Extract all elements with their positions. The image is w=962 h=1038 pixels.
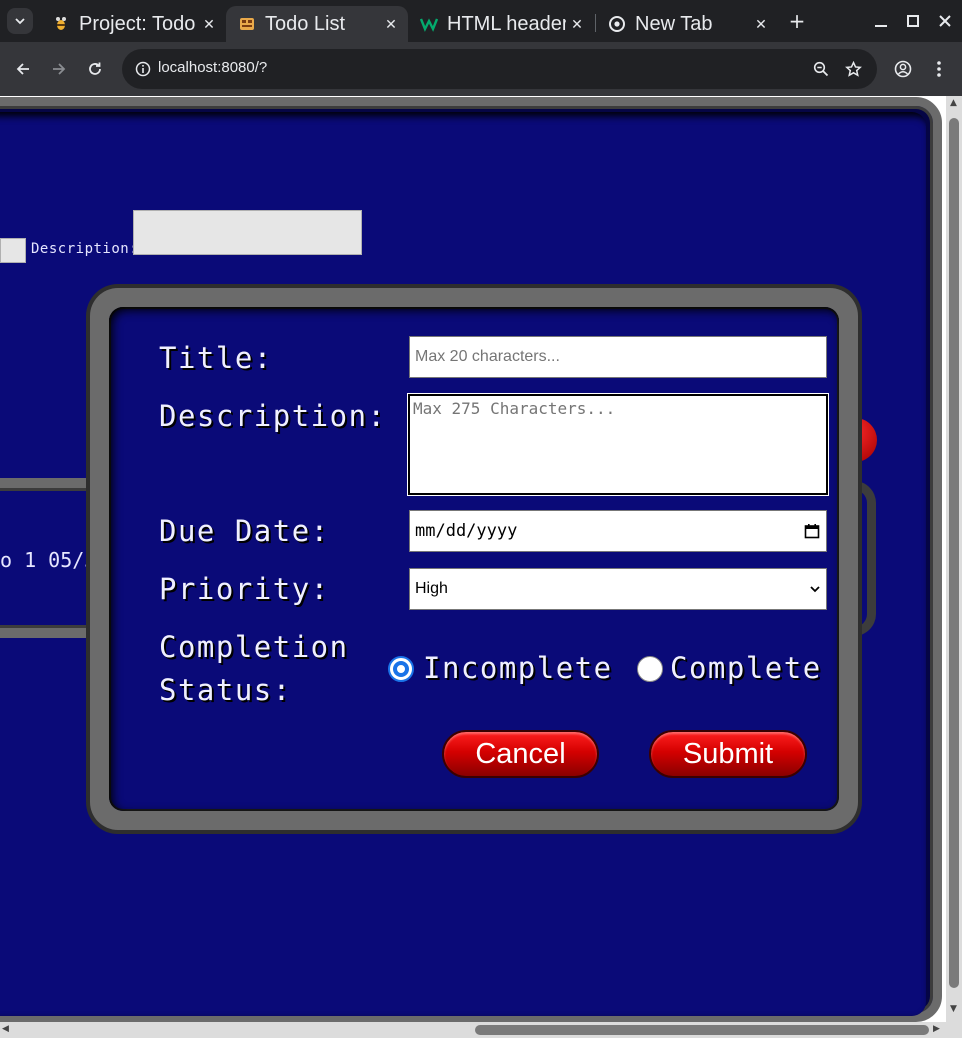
tab-strip: Project: Todo ✕ Todo List ✕ HTML header …	[0, 0, 962, 42]
chrome-icon	[608, 15, 626, 33]
priority-label: Priority:	[159, 572, 330, 606]
description-label: Description:	[159, 399, 387, 433]
close-icon	[939, 15, 951, 27]
profile-icon[interactable]	[888, 54, 918, 84]
minimize-icon	[875, 25, 887, 27]
chevron-down-icon	[806, 580, 824, 598]
info-icon[interactable]	[130, 56, 156, 82]
close-icon[interactable]: ✕	[566, 16, 588, 33]
new-tab-button[interactable]: +	[784, 8, 810, 34]
bee-icon	[52, 15, 70, 33]
tab-search-button[interactable]	[7, 8, 33, 34]
plus-icon: +	[788, 9, 806, 33]
close-icon[interactable]: ✕	[380, 16, 402, 33]
tab-project-todo[interactable]: Project: Todo ✕	[40, 6, 226, 42]
close-window-button[interactable]	[932, 8, 958, 34]
background-title-input[interactable]	[0, 238, 26, 263]
tab-todo-list[interactable]: Todo List ✕	[226, 6, 408, 42]
scroll-up-arrow-icon[interactable]: ▲	[950, 98, 957, 108]
completion-status-label-line2: Status:	[159, 673, 292, 707]
modal-body: Title: Description: Due Date: mm/dd/yyyy…	[109, 307, 839, 811]
star-icon[interactable]	[840, 56, 866, 82]
vertical-scroll-thumb[interactable]	[949, 118, 959, 988]
background-description-input[interactable]	[133, 210, 362, 255]
scroll-left-arrow-icon[interactable]: ◀	[2, 1024, 9, 1034]
tab-label: Todo List	[265, 12, 346, 35]
reload-icon	[89, 62, 101, 75]
url-text: localhost:8080/?	[158, 59, 268, 76]
due-date-input[interactable]: mm/dd/yyyy	[409, 510, 827, 552]
more-menu-icon[interactable]	[924, 54, 954, 84]
close-icon[interactable]: ✕	[750, 16, 772, 33]
maximize-icon	[907, 15, 919, 27]
due-date-label: Due Date:	[159, 514, 330, 548]
horizontal-scrollbar[interactable]: ◀ ▶	[0, 1022, 946, 1038]
scrollbar-corner	[946, 1022, 962, 1038]
title-label: Title:	[159, 341, 273, 375]
reload-button[interactable]	[80, 54, 110, 84]
title-input[interactable]	[409, 336, 827, 378]
background-todo-card-text: o 1 05/3	[0, 548, 97, 572]
w-icon	[420, 15, 438, 33]
add-todo-modal: Title: Description: Due Date: mm/dd/yyyy…	[90, 288, 858, 830]
tab-html-header[interactable]: HTML header ✕	[408, 6, 594, 42]
incomplete-radio[interactable]	[388, 656, 414, 682]
complete-radio[interactable]	[637, 656, 663, 682]
incomplete-radio-label[interactable]: Incomplete	[423, 647, 613, 689]
priority-select[interactable]: High	[409, 568, 827, 610]
chevron-down-icon	[15, 18, 25, 25]
scroll-down-arrow-icon[interactable]: ▼	[950, 1004, 957, 1014]
minimize-button[interactable]	[868, 8, 894, 34]
maximize-button[interactable]	[900, 8, 926, 34]
tab-new-tab[interactable]: New Tab ✕	[596, 6, 778, 42]
arrow-right-icon	[53, 63, 66, 75]
address-bar[interactable]: localhost:8080/?	[122, 49, 877, 89]
complete-radio-label[interactable]: Complete	[670, 647, 822, 689]
scroll-right-arrow-icon[interactable]: ▶	[933, 1024, 940, 1034]
tab-label: New Tab	[635, 12, 713, 35]
priority-selected-value: High	[415, 580, 448, 597]
tab-label: HTML header	[447, 12, 566, 35]
forward-button[interactable]	[44, 54, 74, 84]
horizontal-scroll-thumb[interactable]	[475, 1025, 929, 1035]
tab-label: Project: Todo	[79, 12, 196, 35]
browser-toolbar: localhost:8080/?	[0, 42, 962, 96]
cancel-button[interactable]: Cancel	[442, 730, 599, 778]
zoom-out-icon[interactable]	[808, 56, 834, 82]
description-textarea[interactable]	[407, 393, 829, 496]
due-date-value: mm/dd/yyyy	[415, 521, 518, 541]
arrow-left-icon	[16, 63, 29, 75]
completion-status-label-line1: Completion	[159, 630, 349, 664]
submit-button[interactable]: Submit	[649, 730, 807, 778]
vertical-scrollbar[interactable]: ▲ ▼	[946, 96, 962, 1022]
calendar-icon[interactable]	[802, 521, 822, 541]
page-viewport: Description: o 1 05/3 Title: Description…	[0, 96, 962, 1038]
background-description-label: Description:	[31, 241, 139, 257]
page-icon	[238, 15, 256, 33]
close-icon[interactable]: ✕	[198, 16, 220, 33]
back-button[interactable]	[8, 54, 38, 84]
